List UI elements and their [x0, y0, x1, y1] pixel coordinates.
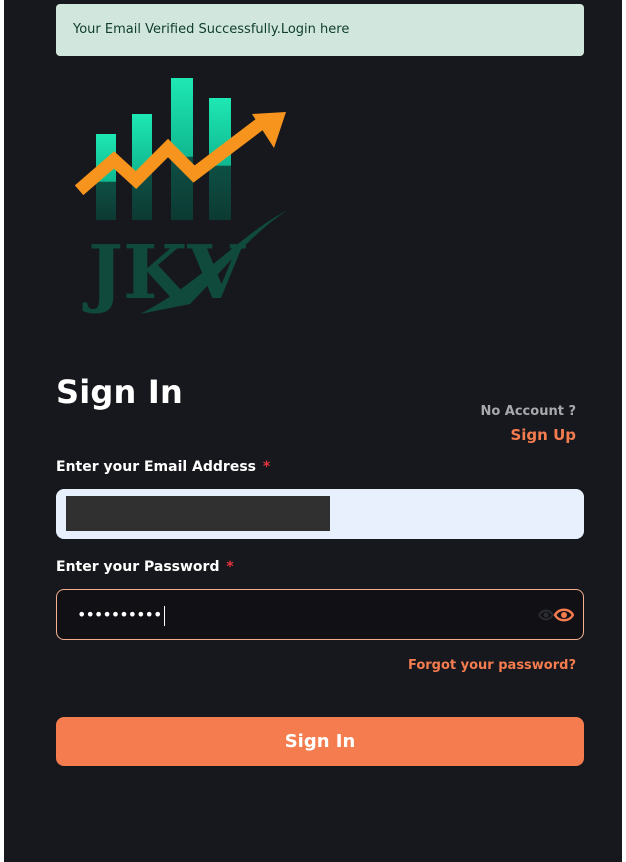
success-alert: Your Email Verified Successfully.Login h… [56, 4, 584, 56]
sign-up-link[interactable]: Sign Up [510, 426, 576, 444]
password-required-mark: * [226, 559, 234, 575]
email-label: Enter your Email Address * [56, 459, 270, 475]
forgot-password-link[interactable]: Forgot your password? [408, 658, 576, 673]
page-title: Sign In [56, 373, 183, 411]
no-account-text: No Account ? [480, 404, 576, 419]
password-field[interactable]: •••••••••• [56, 589, 584, 640]
email-field[interactable] [56, 489, 584, 539]
redacted-email-value [66, 496, 330, 531]
alert-message: Your Email Verified Successfully.Login h… [73, 22, 350, 37]
jkv-logo: JKV [74, 78, 288, 316]
login-panel: Your Email Verified Successfully.Login h… [4, 0, 622, 862]
password-label: Enter your Password * [56, 559, 234, 575]
eye-icon[interactable] [538, 606, 574, 624]
sign-in-button[interactable]: Sign In [56, 717, 584, 766]
email-label-text: Enter your Email Address [56, 459, 256, 475]
email-required-mark: * [262, 459, 271, 475]
logo-letters: JKV [82, 230, 246, 316]
password-label-text: Enter your Password [56, 559, 220, 575]
password-input[interactable] [57, 590, 527, 639]
